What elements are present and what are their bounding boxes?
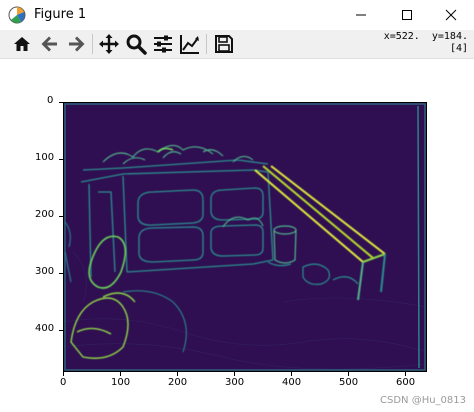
- x-tick-mark: [405, 372, 406, 376]
- y-tick-label: 100: [35, 152, 55, 163]
- line-chart-icon: [180, 35, 199, 54]
- home-icon: [14, 37, 30, 51]
- y-tick-label: 200: [35, 209, 55, 220]
- pan-button[interactable]: [97, 32, 121, 56]
- y-tick-mark: [59, 273, 63, 274]
- x-tick-label: 200: [168, 377, 188, 388]
- x-tick-label: 300: [225, 377, 245, 388]
- arrow-right-icon: [69, 36, 85, 52]
- toolbar-separator: [92, 34, 93, 54]
- arrow-left-icon: [41, 36, 57, 52]
- window-title: Figure 1: [34, 7, 87, 22]
- minimize-button[interactable]: [338, 0, 384, 30]
- matplotlib-icon: [8, 6, 26, 24]
- y-tick-mark: [59, 216, 63, 217]
- x-tick-label: 500: [339, 377, 359, 388]
- configure-subplots-button[interactable]: [151, 32, 175, 56]
- y-tick-label: 0: [47, 95, 54, 106]
- magnifier-icon: [126, 34, 147, 55]
- y-tick-mark: [59, 159, 63, 160]
- edit-axis-button[interactable]: [178, 32, 202, 56]
- toolbar-separator: [206, 34, 207, 54]
- y-tick-label: 400: [35, 323, 55, 334]
- x-tick-label: 0: [60, 377, 67, 388]
- window-titlebar: Figure 1: [0, 0, 474, 30]
- save-button[interactable]: [212, 32, 236, 56]
- minimize-icon: [356, 14, 366, 16]
- axes-frame: [63, 102, 427, 372]
- close-button[interactable]: [428, 0, 474, 30]
- forward-button[interactable]: [64, 32, 88, 56]
- maximize-icon: [402, 10, 412, 20]
- back-button[interactable]: [38, 32, 62, 56]
- coordinate-readout-line1: x=522. y=184.: [383, 31, 468, 42]
- home-button[interactable]: [10, 32, 34, 56]
- move-icon: [99, 34, 119, 54]
- watermark: CSDN @Hu_0813: [380, 395, 466, 406]
- coordinate-readout: x=522. y=184. [4]: [384, 31, 468, 55]
- x-tick-label: 100: [111, 377, 131, 388]
- x-tick-label: 400: [282, 377, 302, 388]
- y-tick-mark: [59, 102, 63, 103]
- x-tick-mark: [63, 372, 64, 376]
- coordinate-readout-line2: [4]: [449, 43, 468, 54]
- x-tick-mark: [291, 372, 292, 376]
- x-tick-mark: [234, 372, 235, 376]
- x-tick-label: 600: [396, 377, 416, 388]
- x-tick-mark: [120, 372, 121, 376]
- maximize-button[interactable]: [384, 0, 430, 30]
- y-tick-mark: [59, 330, 63, 331]
- sliders-icon: [154, 35, 172, 53]
- x-tick-mark: [177, 372, 178, 376]
- close-icon: [445, 9, 457, 21]
- save-icon: [215, 35, 233, 53]
- y-tick-label: 300: [35, 266, 55, 277]
- navigation-toolbar: x=522. y=184. [4]: [0, 30, 474, 59]
- x-tick-mark: [348, 372, 349, 376]
- zoom-button[interactable]: [124, 32, 148, 56]
